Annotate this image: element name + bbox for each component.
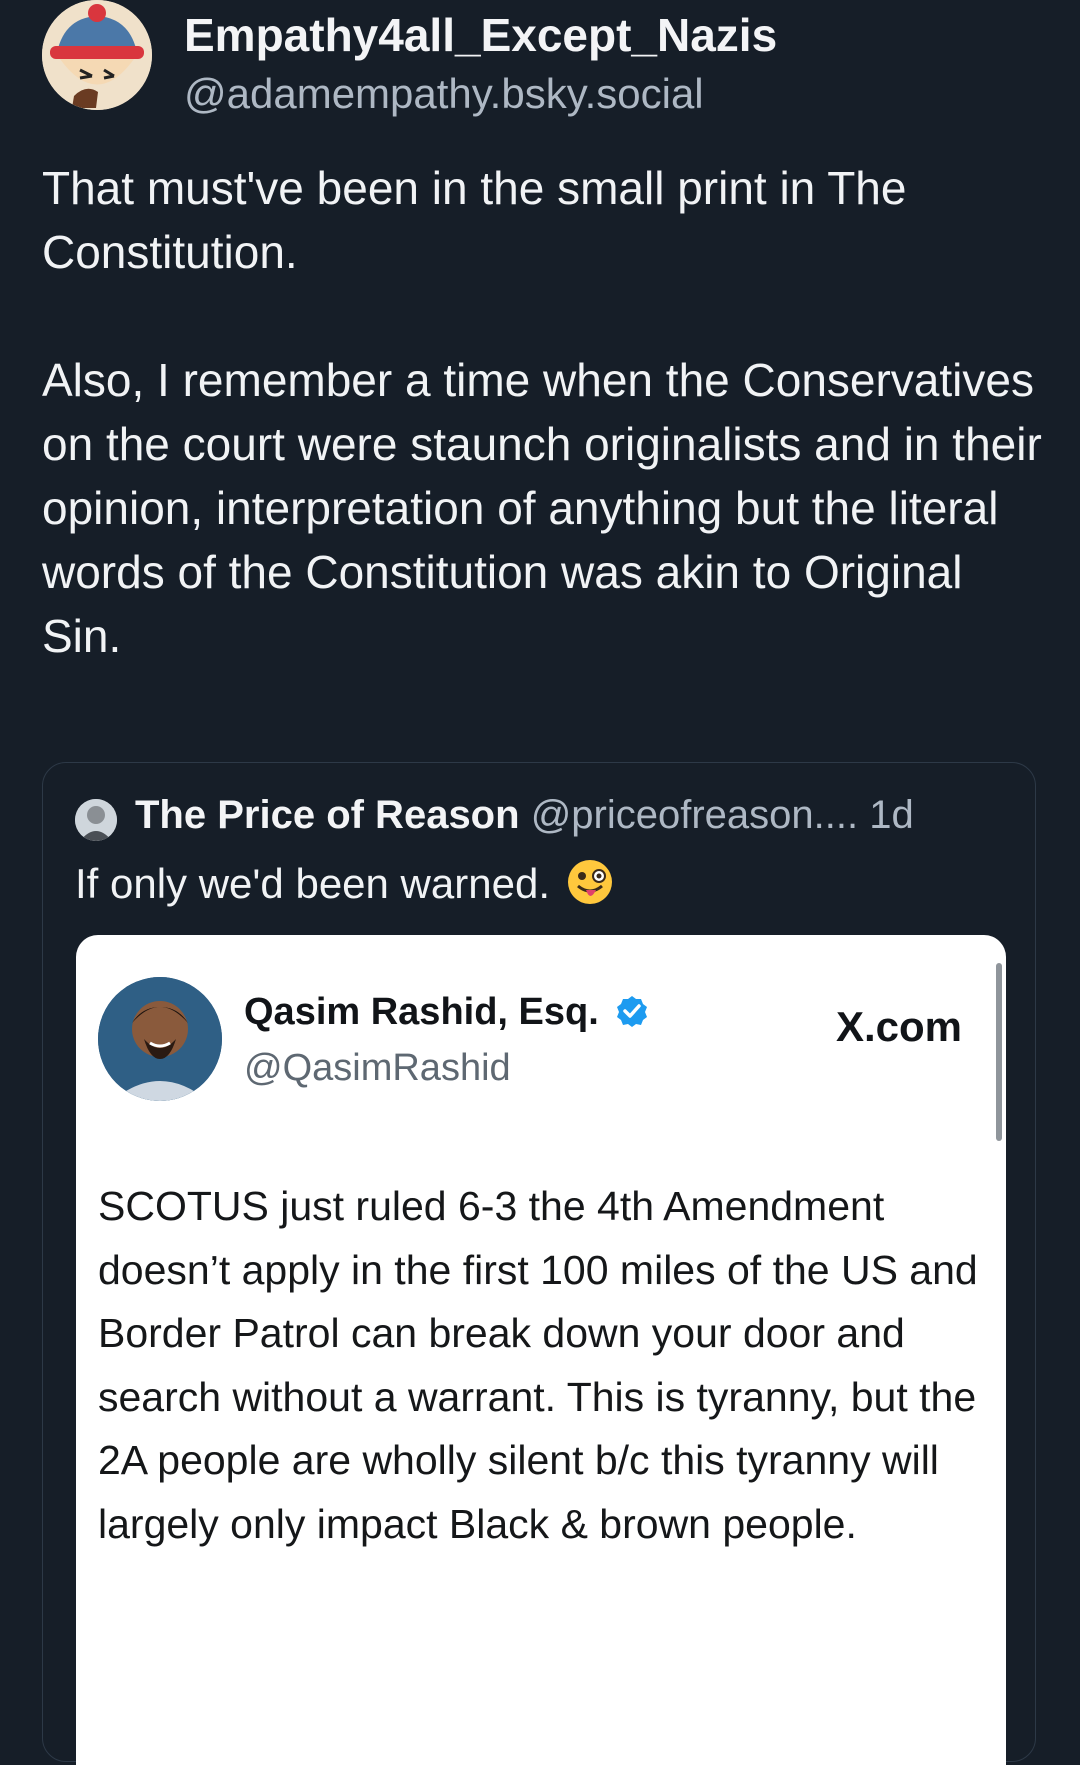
post-header: Empathy4all_Except_Nazis @adamempathy.bs…: [42, 0, 1042, 118]
embedded-post-text: SCOTUS just ruled 6-3 the 4th Amendment …: [98, 1183, 978, 1547]
author-handle[interactable]: @adamempathy.bsky.social: [184, 70, 704, 118]
embedded-author-avatar: [98, 977, 222, 1101]
quoted-post-header: The Price of Reason @priceofreason.... 1…: [75, 793, 1015, 853]
author-avatar[interactable]: [42, 0, 152, 110]
post-paragraph-1: That must've been in the small print in …: [42, 162, 907, 278]
stan-cartoon-avatar-icon: [42, 0, 152, 110]
quoted-post-text-row: If only we'd been warned.: [75, 858, 614, 908]
verified-badge-icon: [617, 996, 648, 1027]
quoted-author-avatar[interactable]: [75, 799, 117, 841]
author-name[interactable]: Empathy4all_Except_Nazis: [184, 8, 777, 62]
person-portrait-icon: [75, 799, 117, 841]
quoted-author-line: The Price of Reason @priceofreason.... 1…: [135, 793, 914, 838]
embedded-author-name: Qasim Rashid, Esq.: [244, 991, 649, 1034]
quoted-post-text: If only we'd been warned.: [75, 860, 550, 907]
quoted-author-handle[interactable]: @priceofreason....: [531, 793, 858, 837]
embedded-author-handle: @QasimRashid: [244, 1047, 511, 1089]
embedded-source-label: X.com: [835, 1003, 962, 1050]
embedded-author-name-text: Qasim Rashid, Esq.: [244, 991, 599, 1033]
embedded-screenshot[interactable]: Qasim Rashid, Esq. @QasimRashid X.com SC…: [76, 935, 1006, 1765]
person-photo-icon: [98, 977, 222, 1101]
post-paragraph-2: Also, I remember a time when the Conserv…: [42, 354, 1042, 662]
quoted-post-time: 1d: [869, 793, 914, 837]
quoted-author-name[interactable]: The Price of Reason: [135, 793, 520, 837]
quoted-post[interactable]: The Price of Reason @priceofreason.... 1…: [42, 762, 1036, 1765]
scrollbar[interactable]: [996, 963, 1002, 1141]
winking-face-with-tongue-icon: [567, 860, 612, 904]
post-text: That must've been in the small print in …: [42, 156, 1052, 668]
